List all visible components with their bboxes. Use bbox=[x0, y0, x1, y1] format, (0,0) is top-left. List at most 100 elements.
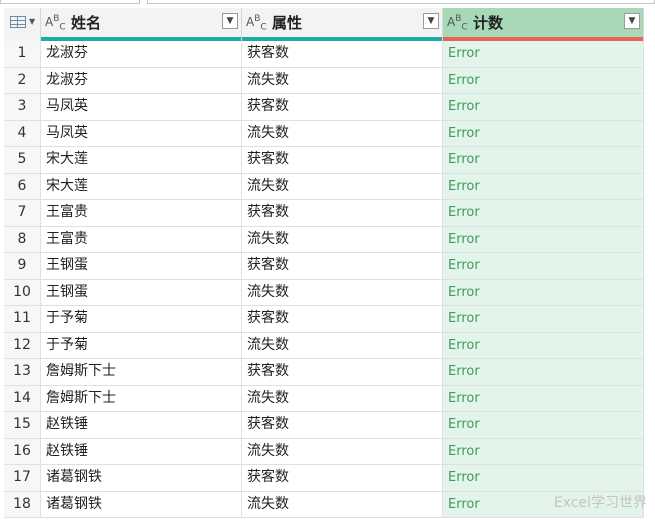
name-cell[interactable]: 王钢蛋 bbox=[41, 279, 242, 305]
row-number[interactable]: 1 bbox=[4, 41, 41, 67]
row-number[interactable]: 6 bbox=[4, 173, 41, 199]
row-number[interactable]: 9 bbox=[4, 253, 41, 279]
attribute-cell[interactable]: 流失数 bbox=[242, 67, 443, 93]
error-cell[interactable]: Error bbox=[443, 412, 644, 438]
attribute-cell[interactable]: 获客数 bbox=[242, 412, 443, 438]
error-cell[interactable]: Error bbox=[443, 465, 644, 491]
row-number[interactable]: 11 bbox=[4, 306, 41, 332]
column-header-name[interactable]: ABC 姓名 ▼ bbox=[41, 8, 242, 41]
row-number[interactable]: 7 bbox=[4, 200, 41, 226]
attribute-cell[interactable]: 获客数 bbox=[242, 465, 443, 491]
column-header-count[interactable]: ABC 计数 ▼ bbox=[443, 8, 644, 41]
any-type-icon[interactable]: ABC bbox=[45, 14, 66, 32]
formula-bar-area bbox=[0, 0, 655, 5]
name-cell[interactable]: 赵铁锤 bbox=[41, 438, 242, 464]
column-title: 计数 bbox=[473, 14, 504, 32]
table-row: 5 宋大莲 获客数 Error bbox=[4, 147, 644, 174]
name-cell[interactable]: 于予菊 bbox=[41, 332, 242, 358]
attribute-cell[interactable]: 流失数 bbox=[242, 279, 443, 305]
row-number[interactable]: 12 bbox=[4, 332, 41, 358]
row-number[interactable]: 15 bbox=[4, 412, 41, 438]
attribute-cell[interactable]: 获客数 bbox=[242, 200, 443, 226]
error-cell[interactable]: Error bbox=[443, 306, 644, 332]
name-cell[interactable]: 王富贵 bbox=[41, 226, 242, 252]
name-cell[interactable]: 马凤英 bbox=[41, 120, 242, 146]
any-type-icon[interactable]: ABC bbox=[447, 14, 468, 32]
name-cell[interactable]: 龙淑芬 bbox=[41, 41, 242, 67]
name-cell[interactable]: 王富贵 bbox=[41, 200, 242, 226]
attribute-cell[interactable]: 获客数 bbox=[242, 94, 443, 120]
formula-bar[interactable] bbox=[147, 0, 655, 4]
error-cell[interactable]: Error bbox=[443, 147, 644, 173]
name-cell[interactable]: 詹姆斯下士 bbox=[41, 385, 242, 411]
error-cell[interactable]: Error bbox=[443, 279, 644, 305]
error-cell[interactable]: Error bbox=[443, 438, 644, 464]
attribute-cell[interactable]: 获客数 bbox=[242, 41, 443, 67]
row-number[interactable]: 5 bbox=[4, 147, 41, 173]
error-cell[interactable]: Error bbox=[443, 67, 644, 93]
error-cell[interactable]: Error bbox=[443, 332, 644, 358]
table-row: 18 诸葛钢铁 流失数 Error bbox=[4, 491, 644, 518]
table-row: 6 宋大莲 流失数 Error bbox=[4, 173, 644, 200]
table-menu-button[interactable]: ▼ bbox=[4, 8, 41, 41]
row-number[interactable]: 10 bbox=[4, 279, 41, 305]
attribute-cell[interactable]: 流失数 bbox=[242, 173, 443, 199]
row-number[interactable]: 13 bbox=[4, 359, 41, 385]
name-cell[interactable]: 马凤英 bbox=[41, 94, 242, 120]
attribute-cell[interactable]: 流失数 bbox=[242, 120, 443, 146]
name-cell[interactable]: 宋大莲 bbox=[41, 147, 242, 173]
table-row: 7 王富贵 获客数 Error bbox=[4, 200, 644, 227]
filter-dropdown-icon[interactable]: ▼ bbox=[624, 13, 640, 29]
row-number[interactable]: 17 bbox=[4, 465, 41, 491]
attribute-cell[interactable]: 获客数 bbox=[242, 359, 443, 385]
attribute-cell[interactable]: 流失数 bbox=[242, 226, 443, 252]
table-body: 1 龙淑芬 获客数 Error 2 龙淑芬 流失数 Error 3 马凤英 获客数 Error 4 马凤英… bbox=[4, 41, 644, 518]
name-cell[interactable]: 于予菊 bbox=[41, 306, 242, 332]
table-icon bbox=[10, 16, 26, 28]
row-number[interactable]: 16 bbox=[4, 438, 41, 464]
attribute-cell[interactable]: 流失数 bbox=[242, 491, 443, 517]
row-number[interactable]: 3 bbox=[4, 94, 41, 120]
attribute-cell[interactable]: 获客数 bbox=[242, 306, 443, 332]
table-row: 1 龙淑芬 获客数 Error bbox=[4, 41, 644, 68]
name-cell[interactable]: 龙淑芬 bbox=[41, 67, 242, 93]
error-cell[interactable]: Error bbox=[443, 41, 644, 67]
row-number[interactable]: 8 bbox=[4, 226, 41, 252]
filter-dropdown-icon[interactable]: ▼ bbox=[222, 13, 238, 29]
column-title: 姓名 bbox=[71, 14, 102, 32]
name-cell[interactable]: 诸葛钢铁 bbox=[41, 491, 242, 517]
error-cell[interactable]: Error bbox=[443, 359, 644, 385]
row-number[interactable]: 14 bbox=[4, 385, 41, 411]
column-header-attribute[interactable]: ABC 属性 ▼ bbox=[242, 8, 443, 41]
table-row: 12 于予菊 流失数 Error bbox=[4, 332, 644, 359]
row-number[interactable]: 18 bbox=[4, 491, 41, 517]
table-row: 11 于予菊 获客数 Error bbox=[4, 306, 644, 333]
error-cell[interactable]: Error bbox=[443, 226, 644, 252]
name-box[interactable] bbox=[0, 0, 140, 4]
name-cell[interactable]: 王钢蛋 bbox=[41, 253, 242, 279]
row-number[interactable]: 4 bbox=[4, 120, 41, 146]
attribute-cell[interactable]: 获客数 bbox=[242, 147, 443, 173]
error-cell[interactable]: Error bbox=[443, 94, 644, 120]
name-cell[interactable]: 宋大莲 bbox=[41, 173, 242, 199]
attribute-cell[interactable]: 流失数 bbox=[242, 385, 443, 411]
error-cell[interactable]: Error bbox=[443, 385, 644, 411]
name-cell[interactable]: 诸葛钢铁 bbox=[41, 465, 242, 491]
error-cell[interactable]: Error bbox=[443, 253, 644, 279]
error-cell[interactable]: Error bbox=[443, 120, 644, 146]
error-cell[interactable]: Error bbox=[443, 200, 644, 226]
name-cell[interactable]: 赵铁锤 bbox=[41, 412, 242, 438]
any-type-icon[interactable]: ABC bbox=[246, 14, 267, 32]
caret-down-icon: ▼ bbox=[29, 17, 36, 26]
table-row: 2 龙淑芬 流失数 Error bbox=[4, 67, 644, 94]
table-row: 3 马凤英 获客数 Error bbox=[4, 94, 644, 121]
attribute-cell[interactable]: 流失数 bbox=[242, 438, 443, 464]
attribute-cell[interactable]: 获客数 bbox=[242, 253, 443, 279]
row-number[interactable]: 2 bbox=[4, 67, 41, 93]
table-row: 15 赵铁锤 获客数 Error bbox=[4, 412, 644, 439]
name-cell[interactable]: 詹姆斯下士 bbox=[41, 359, 242, 385]
error-cell[interactable]: Error bbox=[443, 173, 644, 199]
filter-dropdown-icon[interactable]: ▼ bbox=[423, 13, 439, 29]
attribute-cell[interactable]: 流失数 bbox=[242, 332, 443, 358]
table-row: 9 王钢蛋 获客数 Error bbox=[4, 253, 644, 280]
